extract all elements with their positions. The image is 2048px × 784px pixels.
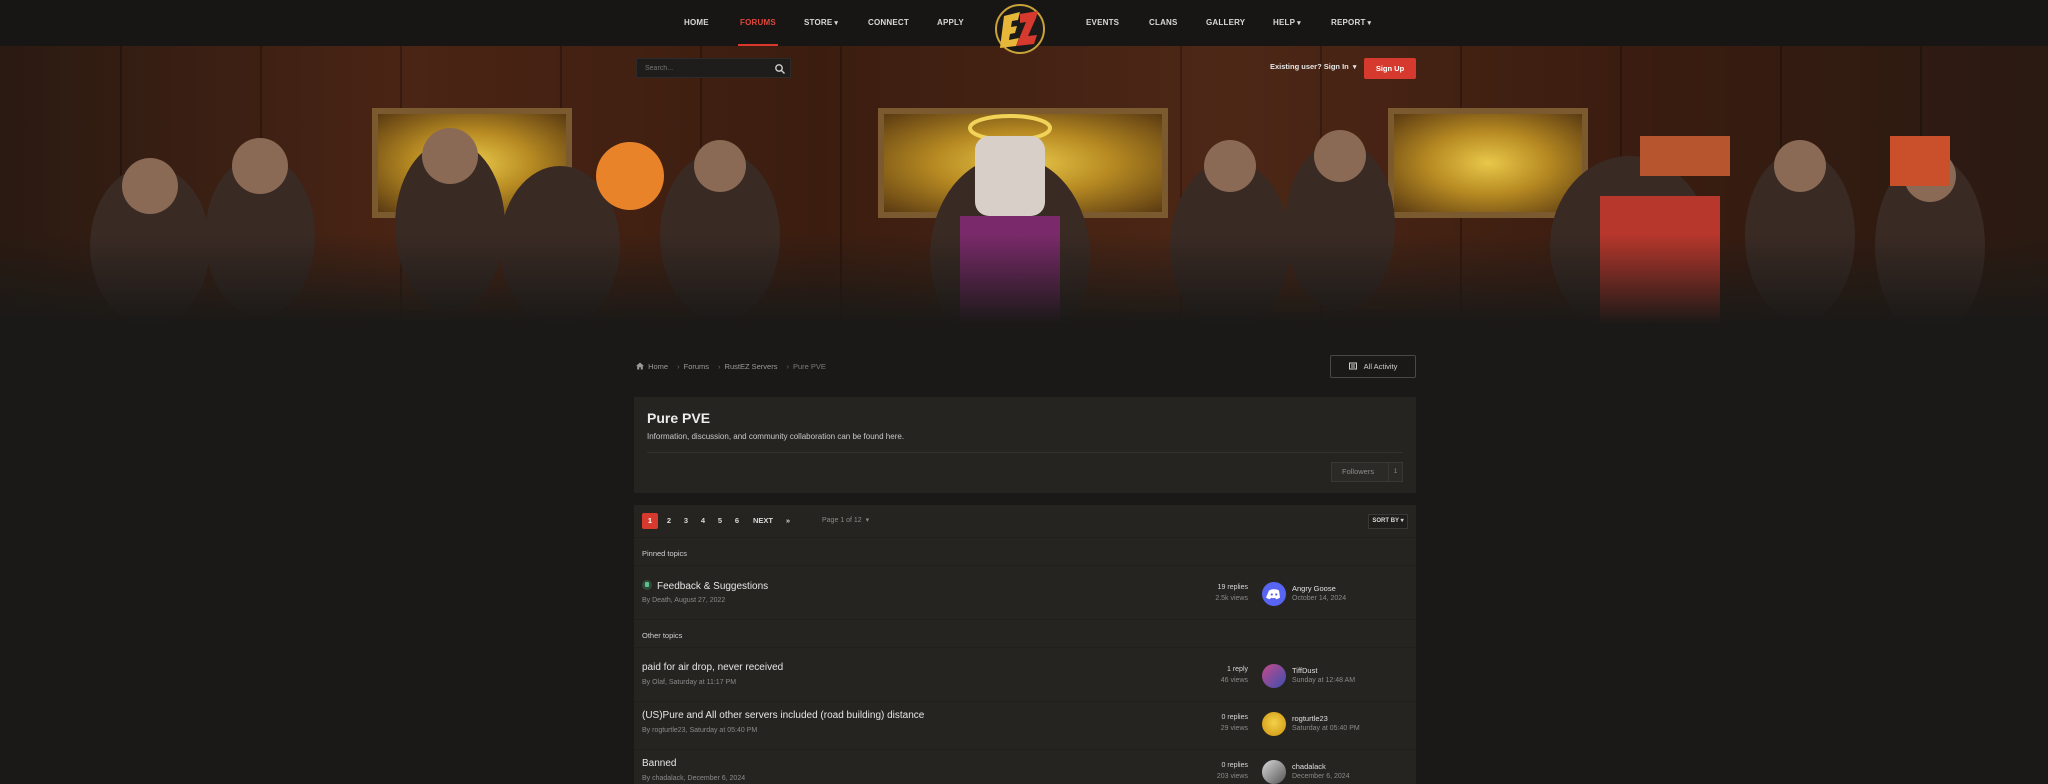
chevron-down-icon: ▾ (1297, 20, 1301, 27)
nav-store-label: STORE (804, 18, 833, 27)
last-page-button[interactable]: » (782, 513, 794, 529)
followers-count: 1 (1388, 463, 1402, 481)
forum-description: Information, discussion, and community c… (647, 432, 905, 441)
breadcrumb: Home › Forums › RustEZ Servers › Pure PVE (636, 362, 830, 371)
chevron-down-icon: ▾ (1400, 518, 1404, 524)
pin-icon (642, 580, 652, 590)
last-poster-link[interactable]: TiffDust (1292, 666, 1317, 675)
nav-apply[interactable]: APPLY (937, 0, 964, 46)
reply-count: 0 replies (1221, 762, 1248, 769)
last-poster-link[interactable]: chadalack (1292, 762, 1326, 771)
search-icon[interactable] (774, 62, 786, 74)
search-input[interactable] (645, 59, 765, 77)
nav-home[interactable]: HOME (684, 0, 709, 46)
nav-events[interactable]: EVENTS (1086, 0, 1119, 46)
last-post-time: October 14, 2024 (1292, 595, 1347, 602)
topic-meta: By Death, August 27, 2022 (642, 597, 726, 604)
reply-count: 19 replies (1217, 584, 1248, 591)
topic-title-text: Feedback & Suggestions (657, 581, 769, 592)
last-post-time: Saturday at 05:40 PM (1292, 725, 1360, 732)
reply-count: 0 replies (1221, 714, 1248, 721)
nav-report[interactable]: REPORT ▾ (1331, 0, 1371, 46)
sign-in-link[interactable]: Existing user? Sign In ▾ (1270, 62, 1356, 71)
sort-by-button[interactable]: SORT BY ▾ (1368, 514, 1408, 529)
chevron-right-icon: › (786, 362, 789, 371)
page-title: Pure PVE (647, 410, 711, 426)
page-jump-dropdown[interactable]: Page 1 of 12 ▾ (822, 513, 869, 529)
avatar[interactable] (1262, 582, 1286, 606)
followers-label: Followers (1342, 467, 1375, 476)
search-box (636, 58, 791, 78)
view-count: 2.5k views (1215, 595, 1248, 602)
activity-icon (1348, 362, 1359, 371)
avatar[interactable] (1262, 712, 1286, 736)
avatar[interactable] (1262, 760, 1286, 784)
topic-title-link[interactable]: (US)Pure and All other servers included … (642, 710, 924, 721)
last-post-time: December 6, 2024 (1292, 773, 1350, 780)
hero-banner (0, 46, 2048, 324)
forum-header: Pure PVE Information, discussion, and co… (634, 397, 1416, 493)
nav-gallery[interactable]: GALLERY (1206, 0, 1245, 46)
topic-list: 1 2 3 4 5 6 NEXT » Page 1 of 12 ▾ SORT B… (634, 505, 1416, 784)
topic-meta: By Olaf, Saturday at 11:17 PM (642, 679, 737, 686)
pinned-topics-heading: Pinned topics (642, 549, 688, 558)
page-1-button[interactable]: 1 (642, 513, 658, 529)
topic-title-link[interactable]: Banned (642, 758, 676, 769)
view-count: 203 views (1216, 773, 1248, 780)
next-page-button[interactable]: NEXT (751, 513, 775, 529)
page-6-button[interactable]: 6 (732, 513, 742, 529)
topic-meta: By rogturtle23, Saturday at 05:40 PM (642, 727, 758, 734)
home-icon (636, 362, 646, 371)
chevron-right-icon: › (718, 362, 721, 371)
chevron-down-icon: ▾ (1352, 64, 1357, 71)
site-logo[interactable] (990, 2, 1050, 56)
topic-title-link[interactable]: Feedback & Suggestions (642, 580, 768, 592)
breadcrumb-current: Pure PVE (792, 362, 826, 371)
view-count: 29 views (1220, 725, 1248, 732)
page-3-button[interactable]: 3 (681, 513, 691, 529)
nav-report-label: REPORT (1331, 18, 1366, 27)
nav-help[interactable]: HELP ▾ (1273, 0, 1301, 46)
nav-store[interactable]: STORE ▾ (804, 0, 838, 46)
breadcrumb-rustez-servers[interactable]: RustEZ Servers (725, 362, 778, 371)
topic-title-link[interactable]: paid for air drop, never received (642, 662, 783, 673)
followers-button[interactable]: Followers 1 (1331, 462, 1403, 482)
sign-up-button[interactable]: Sign Up (1364, 58, 1416, 79)
view-count: 46 views (1220, 677, 1248, 684)
all-activity-button[interactable]: All Activity (1330, 355, 1416, 378)
reply-count: 1 reply (1226, 666, 1248, 673)
chevron-right-icon: › (677, 362, 680, 371)
discord-icon (1266, 589, 1280, 600)
sign-in-label: Existing user? Sign In (1270, 62, 1349, 71)
all-activity-label: All Activity (1363, 362, 1398, 371)
chevron-down-icon: ▾ (865, 517, 870, 524)
page-of-label: Page 1 of 12 (822, 517, 862, 524)
nav-forums[interactable]: FORUMS (738, 0, 778, 46)
page-5-button[interactable]: 5 (715, 513, 725, 529)
sort-by-label: SORT BY (1372, 518, 1399, 524)
page-2-button[interactable]: 2 (664, 513, 674, 529)
nav-connect[interactable]: CONNECT (868, 0, 909, 46)
topic-meta: By chadalack, December 6, 2024 (642, 775, 746, 782)
last-post-time: Sunday at 12:48 AM (1292, 677, 1356, 684)
breadcrumb-forums[interactable]: Forums (684, 362, 709, 371)
chevron-down-icon: ▾ (1367, 20, 1372, 27)
last-poster-link[interactable]: rogturtle23 (1292, 714, 1328, 723)
other-topics-heading: Other topics (642, 631, 683, 640)
last-poster-link[interactable]: Angry Goose (1292, 584, 1336, 593)
chevron-down-icon: ▾ (834, 20, 839, 27)
breadcrumb-home[interactable]: Home (648, 362, 668, 371)
nav-help-label: HELP (1273, 18, 1296, 27)
avatar[interactable] (1262, 664, 1286, 688)
page-4-button[interactable]: 4 (698, 513, 708, 529)
nav-clans[interactable]: CLANS (1149, 0, 1178, 46)
